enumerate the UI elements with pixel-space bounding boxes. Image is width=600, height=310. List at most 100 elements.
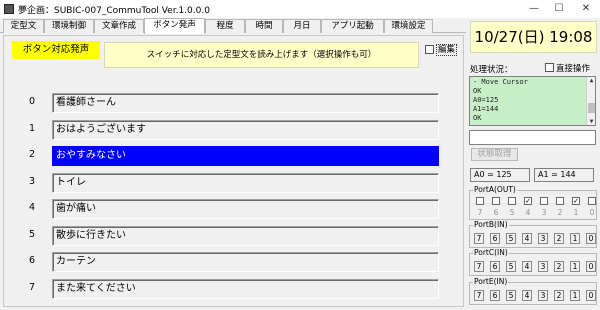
phrase-item[interactable]: カーテン (52, 252, 439, 272)
status-log[interactable]: - Move Cursor OK A0=125 A1=144 OK ▲ ▼ (469, 76, 596, 126)
port-b-bit: 1 (570, 233, 580, 244)
button-speech-panel: ボタン対応発声 スイッチに対応した定型文を読み上げます（選択操作も可） 編集 0… (3, 35, 464, 307)
port-e-bit: 0 (586, 290, 596, 301)
port-b-bit: 7 (474, 233, 484, 244)
phrase-number: 7 (28, 282, 36, 293)
port-c-bit: 6 (490, 261, 500, 272)
port-a-bit-0-checkbox[interactable] (588, 197, 596, 205)
port-c-bit: 1 (570, 261, 580, 272)
tab-bunsho-sakusei[interactable]: 文章作成 (94, 19, 144, 33)
tab-teido[interactable]: 程度 (205, 19, 245, 33)
tab-app-kidou[interactable]: アプリ起動 (321, 19, 384, 33)
window-title: 夢企画：SUBIC-007_CommuTool Ver.1.0.0.0 (18, 6, 210, 16)
scroll-thumb[interactable] (588, 103, 595, 113)
port-b-group: PortB(IN) 7 6 5 4 3 2 1 0 (469, 220, 597, 248)
phrase-row: 7 また来てください (4, 279, 444, 299)
port-a-bit-6-checkbox[interactable] (492, 197, 500, 205)
port-e-bit: 6 (490, 290, 500, 301)
phrase-number: 6 (28, 255, 36, 266)
log-line: OK (473, 114, 482, 122)
port-a-title: PortA(OUT) (473, 185, 517, 195)
close-button[interactable]: ✕ (572, 0, 600, 18)
phrase-row: 0 看護師さーん (4, 93, 444, 113)
edit-checkbox-box[interactable] (425, 45, 434, 54)
phrase-number: 1 (28, 123, 36, 134)
tab-tsukihi[interactable]: 月日 (283, 19, 321, 33)
port-e-bit: 5 (506, 290, 516, 301)
port-c-bit: 5 (506, 261, 516, 272)
phrase-row: 4 歯が痛い (4, 199, 444, 219)
port-b-title: PortB(IN) (473, 220, 509, 230)
port-c-title: PortC(IN) (473, 248, 509, 258)
port-a-bit-3-checkbox[interactable] (540, 197, 548, 205)
phrase-item[interactable]: 看護師さーん (52, 93, 439, 113)
minimize-button[interactable]: — (520, 0, 548, 18)
port-e-bit: 4 (522, 290, 532, 301)
scroll-down-icon[interactable]: ▼ (588, 118, 595, 125)
command-input[interactable] (469, 130, 596, 145)
port-a-bit-2-checkbox[interactable] (556, 197, 564, 205)
get-status-button[interactable]: 状態取得 (471, 148, 518, 161)
phrase-row: 5 散歩に行きたい (4, 226, 444, 246)
tab-jikan[interactable]: 時間 (245, 19, 283, 33)
port-a-bit-label: 5 (509, 208, 515, 217)
a1-value: A1 = 144 (534, 168, 594, 182)
title-bar: 夢企画：SUBIC-007_CommuTool Ver.1.0.0.0 — ☐ … (0, 0, 600, 18)
port-a-group: PortA(OUT) ✓ ✓ 7 6 5 4 3 2 1 0 (469, 185, 597, 220)
phrase-item[interactable]: おはようございます (52, 120, 439, 140)
port-a-bit-label: 2 (557, 208, 563, 217)
scroll-up-icon[interactable]: ▲ (588, 77, 595, 84)
datetime-display: 10/27(日) 19:08 (470, 21, 597, 53)
phrase-number: 5 (28, 229, 36, 240)
port-a-bit-label: 6 (493, 208, 499, 217)
port-a-bit-label: 0 (589, 208, 595, 217)
direct-operation-checkbox[interactable]: 直接操作 (545, 62, 598, 74)
port-c-group: PortC(IN) 7 6 5 4 3 2 1 0 (469, 248, 597, 276)
log-line: OK (473, 87, 482, 95)
port-a-bit-5-checkbox[interactable] (508, 197, 516, 205)
mode-label: ボタン対応発声 (12, 41, 100, 59)
phrase-item-selected[interactable]: おやすみなさい (52, 146, 439, 166)
port-c-bit: 3 (538, 261, 548, 272)
status-panel: 10/27(日) 19:08 処理状況： 直接操作 - Move Cursor … (466, 18, 600, 310)
port-c-bit: 0 (586, 261, 596, 272)
phrase-item[interactable]: 歯が痛い (52, 199, 439, 219)
port-e-bit: 1 (570, 290, 580, 301)
phrase-row: 2 おやすみなさい (4, 146, 444, 166)
phrase-item[interactable]: また来てください (52, 279, 439, 299)
port-b-bit: 4 (522, 233, 532, 244)
maximize-button[interactable]: ☐ (545, 0, 573, 18)
phrase-number: 2 (28, 149, 36, 160)
edit-checkbox[interactable]: 編集 (425, 44, 463, 56)
port-e-bit: 2 (554, 290, 564, 301)
tab-teikeibun[interactable]: 定型文 (3, 19, 44, 33)
port-c-bit: 2 (554, 261, 564, 272)
port-e-group: PortE(IN) 7 6 5 4 3 2 1 0 (469, 277, 597, 305)
port-e-bit: 3 (538, 290, 548, 301)
status-label: 処理状況： (470, 65, 513, 75)
port-a-bit-label: 7 (477, 208, 483, 217)
port-b-bit: 0 (586, 233, 596, 244)
tab-kankyo-seigyo[interactable]: 環境制御 (44, 19, 94, 33)
port-c-bit: 4 (522, 261, 532, 272)
direct-operation-label: 直接操作 (556, 64, 591, 74)
phrase-item[interactable]: 散歩に行きたい (52, 226, 439, 246)
port-e-title: PortE(IN) (473, 277, 509, 287)
edit-checkbox-label: 編集 (436, 44, 458, 56)
phrase-number: 3 (28, 176, 36, 187)
port-a-bit-label: 1 (573, 208, 579, 217)
tab-button-hassei[interactable]: ボタン発声 (144, 18, 205, 34)
phrase-row: 6 カーテン (4, 252, 444, 272)
port-a-bit-1-checkbox[interactable]: ✓ (572, 197, 580, 205)
phrase-row: 1 おはようございます (4, 120, 444, 140)
port-a-bit-7-checkbox[interactable] (476, 197, 484, 205)
instruction-text: スイッチに対応した定型文を読み上げます（選択操作も可） (104, 42, 419, 68)
port-b-bit: 2 (554, 233, 564, 244)
log-scrollbar[interactable]: ▲ ▼ (586, 77, 595, 125)
phrase-item[interactable]: トイレ (52, 173, 439, 193)
direct-operation-checkbox-box[interactable] (545, 63, 554, 72)
tab-kankyo-settei[interactable]: 環境設定 (384, 19, 433, 33)
port-a-bit-4-checkbox[interactable]: ✓ (524, 197, 532, 205)
port-a-bit-label: 4 (525, 208, 531, 217)
log-line: A1=144 (473, 105, 499, 113)
